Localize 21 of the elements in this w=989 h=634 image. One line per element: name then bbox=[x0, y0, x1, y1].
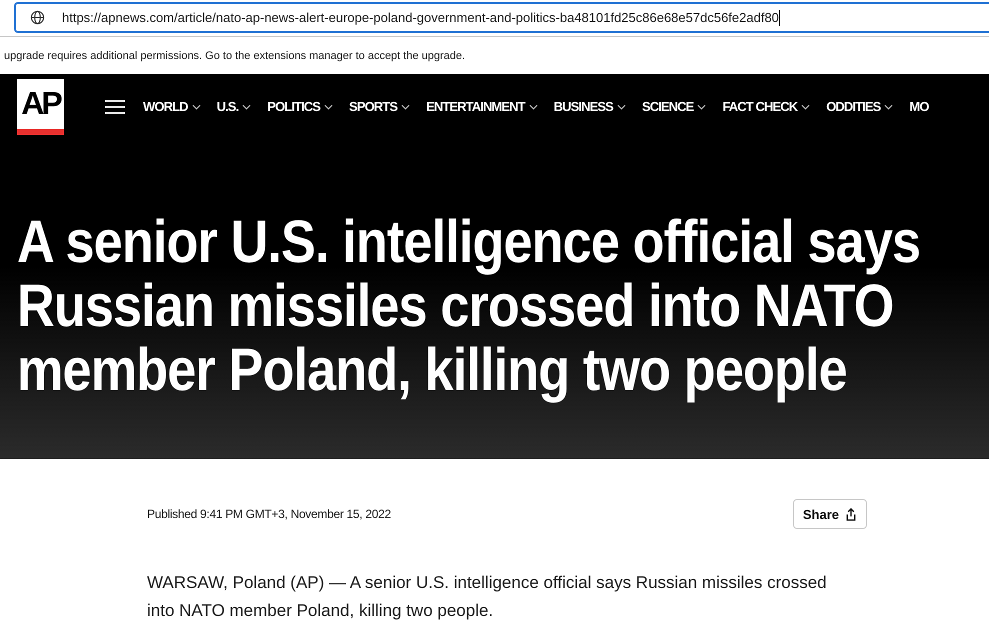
nav-link[interactable]: POLITICS bbox=[267, 99, 334, 114]
headline: A senior U.S. intelligence official says Russian missiles crossed into NATO member Poland, killing two people bbox=[17, 207, 922, 402]
nav-link[interactable]: MO bbox=[909, 99, 929, 114]
published-date: Published 9:41 PM GMT+3, November 15, 2022 bbox=[147, 507, 391, 521]
notice-text: upgrade requires additional permissions. Go to the extensions manager to accept the upgrade. bbox=[4, 50, 466, 62]
globe-icon bbox=[30, 10, 45, 25]
article-paragraph: WARSAW, Poland (AP) — A senior U.S. intelligence official says Russian missiles crossed into NATO member Poland, killing two people. bbox=[147, 572, 828, 622]
nav-link[interactable]: ODDITIES bbox=[826, 99, 894, 114]
url-text: https://apnews.com/article/nato-ap-news-alert-europe-poland-government-and-politics-ba48101fd25c86e68e57dc56fe2adf80 bbox=[62, 10, 779, 25]
nav-link[interactable]: SCIENCE bbox=[642, 99, 706, 114]
share-icon bbox=[845, 508, 857, 520]
menu-icon[interactable] bbox=[105, 100, 125, 114]
nav-link[interactable]: FACT CHECK bbox=[722, 99, 810, 114]
nav-link[interactable]: U.S. bbox=[216, 99, 252, 114]
nav-link[interactable]: SPORTS bbox=[349, 99, 410, 114]
share-button[interactable]: Share bbox=[792, 499, 867, 529]
nav-link[interactable]: BUSINESS bbox=[554, 99, 626, 114]
nav-link[interactable]: WORLD bbox=[143, 99, 201, 114]
ap-logo[interactable]: AP bbox=[17, 78, 64, 134]
address-bar[interactable]: https://apnews.com/article/nato-ap-news-alert-europe-poland-government-and-politics-ba48101fd25c86e68e57dc56fe2adf80 bbox=[14, 2, 989, 33]
nav-link[interactable]: ENTERTAINMENT bbox=[426, 99, 538, 114]
